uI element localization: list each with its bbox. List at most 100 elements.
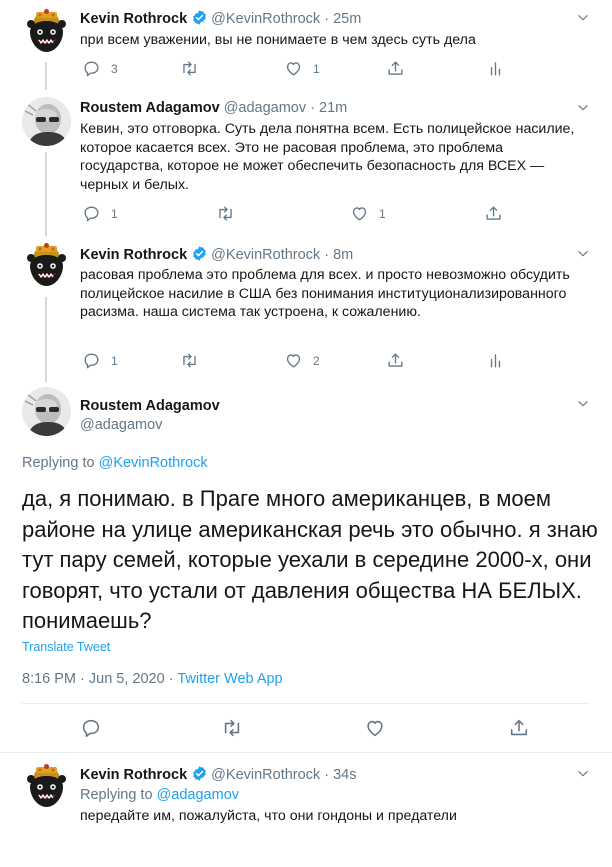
author-handle[interactable]: @KevinRothrock [211, 767, 320, 783]
share-icon [484, 204, 503, 223]
author-name[interactable]: Kevin Rothrock [80, 247, 187, 263]
like-button[interactable] [364, 717, 386, 739]
share-button[interactable] [508, 717, 530, 739]
retweet-button[interactable] [216, 204, 245, 223]
analytics-button[interactable] [486, 59, 505, 78]
replying-to: Replying to @adagamov [80, 786, 580, 805]
reply-icon [80, 717, 102, 739]
tweet-header: Kevin Rothrock @KevinRothrock · 8m [80, 245, 353, 264]
translate-tweet-link[interactable]: Translate Tweet [22, 640, 110, 654]
replying-label: Replying to [22, 455, 95, 471]
share-button[interactable] [386, 351, 405, 370]
thread-line [45, 297, 47, 382]
reply-button[interactable] [80, 717, 102, 739]
like-button[interactable]: 2 [284, 351, 320, 370]
reply-icon [82, 351, 101, 370]
like-icon [284, 351, 303, 370]
replying-label: Replying to [80, 787, 153, 803]
tweet[interactable]: Kevin Rothrock @KevinRothrock · 25m при в… [0, 0, 612, 90]
reply-count: 1 [111, 353, 118, 368]
author-handle[interactable]: @adagamov [80, 417, 162, 433]
like-count: 2 [313, 353, 320, 368]
author-handle[interactable]: @adagamov [224, 100, 306, 116]
avatar[interactable] [22, 387, 71, 436]
caret-down-icon[interactable] [576, 397, 590, 411]
like-button[interactable]: 1 [284, 59, 320, 78]
timestamp[interactable]: 25m [333, 11, 361, 27]
tweet-text: Кевин, это отговорка. Суть дела понятна … [80, 121, 575, 193]
timestamp[interactable]: 34s [333, 767, 356, 783]
like-button[interactable]: 1 [350, 204, 386, 223]
reply-button[interactable]: 1 [82, 204, 118, 223]
caret-down-icon[interactable] [576, 11, 590, 25]
author-name[interactable]: Roustem Adagamov [80, 398, 220, 414]
share-icon [508, 717, 530, 739]
like-icon [350, 204, 369, 223]
caret-down-icon[interactable] [576, 247, 590, 261]
verified-badge-icon [191, 765, 208, 782]
share-icon [386, 351, 405, 370]
tweet-client-link[interactable]: Twitter Web App [177, 671, 282, 687]
tweet-datetime[interactable]: 8:16 PM · Jun 5, 2020 · [22, 671, 174, 687]
replying-to: Replying to @KevinRothrock [22, 455, 208, 471]
retweet-icon [180, 59, 199, 78]
replying-handle-link[interactable]: @adagamov [157, 787, 239, 803]
separator-dot: · [324, 247, 330, 263]
avatar[interactable] [22, 763, 71, 812]
author-handle[interactable]: @KevinRothrock [211, 247, 320, 263]
separator-dot: · [324, 767, 330, 783]
replying-handle-link[interactable]: @KevinRothrock [99, 455, 208, 471]
separator-dot: · [324, 11, 330, 27]
verified-badge-icon [191, 9, 208, 26]
avatar[interactable] [22, 8, 71, 57]
reply-count: 1 [111, 206, 118, 221]
tweet-text: передайте им, пожалуйста, что они гондон… [80, 808, 457, 824]
author-name[interactable]: Kevin Rothrock [80, 11, 187, 27]
reply-count: 3 [111, 61, 118, 76]
analytics-button[interactable] [486, 351, 505, 370]
tweet[interactable]: Kevin Rothrock @KevinRothrock · 8m расова… [0, 236, 612, 382]
author-name[interactable]: Kevin Rothrock [80, 767, 187, 783]
retweet-icon [216, 204, 235, 223]
share-button[interactable] [484, 204, 503, 223]
avatar[interactable] [22, 242, 71, 291]
main-tweet-actions [0, 717, 612, 745]
reply-icon [82, 59, 101, 78]
tweet[interactable]: Kevin Rothrock @KevinRothrock · 34s Reply… [0, 753, 612, 867]
reply-icon [82, 204, 101, 223]
like-count: 1 [379, 206, 386, 221]
thread-line [45, 152, 47, 236]
main-tweet-text: да, я понимаю. в Праге много американцев… [22, 486, 598, 633]
share-icon [386, 59, 405, 78]
author-name[interactable]: Roustem Adagamov [80, 100, 220, 116]
caret-down-icon[interactable] [576, 101, 590, 115]
analytics-icon [486, 59, 505, 78]
share-button[interactable] [386, 59, 405, 78]
tweet-actions: 3 1 [80, 59, 540, 81]
timestamp[interactable]: 8m [333, 247, 353, 263]
tweet-actions: 1 1 [80, 204, 540, 226]
tweet[interactable]: Roustem Adagamov @adagamov · 21m Кевин, … [0, 90, 612, 236]
reply-button[interactable]: 3 [82, 59, 118, 78]
tweet-actions: 1 2 [80, 351, 540, 373]
tweet-text: при всем уважении, вы не понимаете в чем… [80, 32, 476, 48]
timestamp[interactable]: 21m [319, 100, 347, 116]
divider [22, 703, 590, 704]
like-icon [284, 59, 303, 78]
analytics-icon [486, 351, 505, 370]
caret-down-icon[interactable] [576, 767, 590, 781]
tweet-header: Kevin Rothrock @KevinRothrock · 34s [80, 765, 356, 784]
retweet-icon [221, 717, 243, 739]
retweet-button[interactable] [180, 59, 209, 78]
thread-line [45, 62, 47, 90]
avatar[interactable] [22, 97, 71, 146]
tweet-text: расовая проблема это проблема для всех. … [80, 267, 570, 321]
tweet-meta: 8:16 PM · Jun 5, 2020 · Twitter Web App [22, 671, 283, 687]
reply-button[interactable]: 1 [82, 351, 118, 370]
verified-badge-icon [191, 245, 208, 262]
retweet-button[interactable] [180, 351, 209, 370]
author-handle[interactable]: @KevinRothrock [211, 11, 320, 27]
separator-dot: · [310, 100, 315, 116]
tweet-header: Kevin Rothrock @KevinRothrock · 25m [80, 9, 361, 28]
retweet-button[interactable] [221, 717, 243, 739]
